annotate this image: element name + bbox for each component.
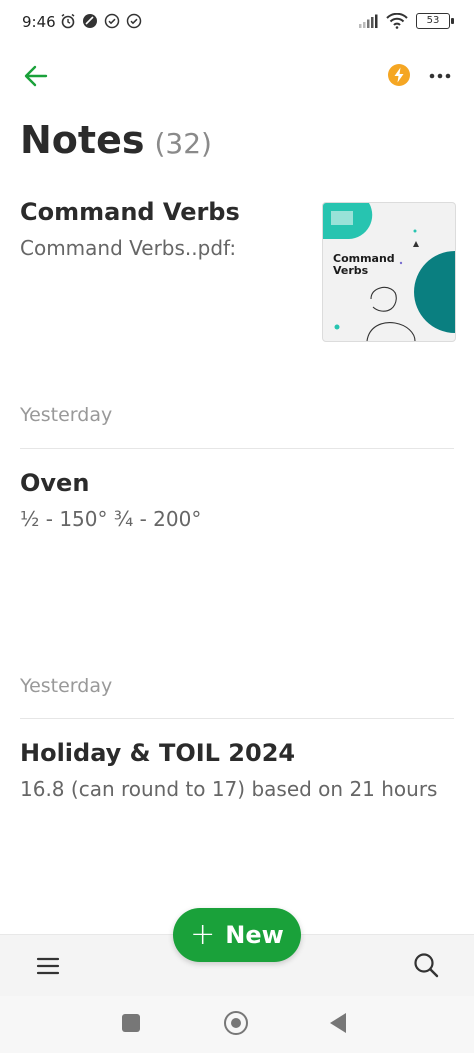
alarm-icon (61, 13, 75, 29)
page-title: Notes (20, 118, 145, 162)
status-icons-left (60, 13, 142, 29)
status-icons-right: 53 (358, 13, 454, 29)
thumbnail-line-2: Verbs (333, 264, 369, 277)
new-button-label: New (225, 921, 284, 949)
note-snippet: ½ - 150° ¾ - 200° (20, 507, 202, 531)
note-date: Yesterday (20, 675, 113, 697)
back-icon[interactable] (330, 1013, 346, 1033)
more-horizontal-icon[interactable] (428, 64, 452, 88)
menu-icon[interactable] (36, 956, 60, 976)
divider (20, 448, 454, 449)
home-icon[interactable] (224, 1011, 248, 1035)
search-icon[interactable] (412, 951, 440, 979)
recents-icon[interactable] (122, 1014, 140, 1032)
page-header: Notes (32) (20, 118, 212, 162)
battery-icon: 53 (416, 13, 454, 29)
plus-icon: + (190, 917, 216, 952)
note-snippet: 16.8 (can round to 17) based on 21 hours (20, 777, 438, 801)
status-bar: 9:46 53 (0, 0, 474, 44)
arrow-left-icon[interactable] (22, 62, 50, 90)
bolt-icon[interactable] (387, 63, 411, 87)
signal-icon (359, 14, 378, 28)
note-item[interactable]: Oven ½ - 150° ¾ - 200° (20, 469, 454, 531)
status-time: 9:46 (22, 13, 56, 31)
vpn-icon (83, 14, 97, 28)
note-thumbnail[interactable]: Command Verbs (322, 202, 456, 342)
thumbnail-text: Command Verbs (333, 253, 395, 277)
system-nav-bar (0, 996, 474, 1053)
check-circle-icon (104, 13, 120, 29)
new-note-button[interactable]: + New (173, 908, 301, 962)
note-item[interactable]: Holiday & TOIL 2024 16.8 (can round to 1… (20, 739, 454, 801)
note-title: Holiday & TOIL 2024 (20, 739, 296, 767)
note-date: Yesterday (20, 404, 113, 426)
note-count: (32) (154, 127, 212, 160)
wifi-icon (386, 13, 408, 29)
check-circle-icon (126, 13, 142, 29)
divider (20, 718, 454, 719)
note-title: Oven (20, 469, 90, 497)
